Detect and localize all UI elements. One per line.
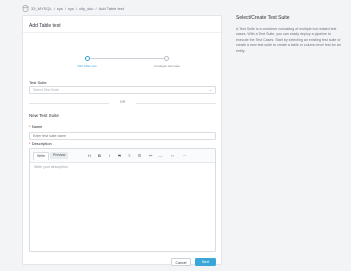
editor-toolbar: Write Preview H B I S ≡ ☰ ⚯ — ‹› ⋯ (30, 149, 215, 163)
step-connector (90, 58, 164, 59)
or-divider: OR (29, 100, 216, 106)
tab-write[interactable]: Write (33, 152, 50, 160)
test-suite-select[interactable]: Select Test Suite (29, 86, 216, 94)
name-input[interactable] (29, 132, 216, 140)
italic-icon[interactable]: I (106, 152, 113, 159)
name-label: * Name (29, 124, 42, 129)
add-test-card: Add Table test Add Table test Configure … (22, 15, 222, 266)
strikethrough-icon[interactable]: S (116, 152, 123, 159)
name-label-text: Name (31, 124, 43, 129)
bullet-list-icon[interactable]: ≡ (126, 152, 133, 159)
breadcrumb-current: Add Table test (98, 5, 124, 11)
breadcrumb-separator: / (95, 5, 97, 11)
new-test-suite-heading: New Test Suite (29, 113, 59, 118)
stepper: Add Table test Configure test case (23, 36, 221, 76)
required-mark: * (29, 124, 31, 129)
step-indicator-pending (164, 56, 169, 61)
breadcrumb-item[interactable]: sys (57, 6, 63, 11)
required-mark: * (29, 141, 31, 146)
test-suite-placeholder: Select Test Suite (33, 88, 60, 92)
next-button[interactable]: Next (195, 258, 216, 266)
description-label-text: Description (31, 141, 52, 146)
bold-icon[interactable]: B (96, 152, 103, 159)
link-icon[interactable]: ⚯ (147, 152, 154, 159)
description-label: * Description (29, 141, 52, 146)
page-title: Add Table test (29, 23, 61, 29)
step-indicator-active (85, 56, 90, 61)
step-label: Configure test case (154, 64, 180, 68)
help-text: A Test Suite is a container consisting o… (236, 27, 341, 53)
test-suite-label: Test Suite (29, 80, 47, 85)
breadcrumb-separator: / (75, 5, 78, 11)
heading-icon[interactable]: H (86, 152, 93, 159)
database-icon (22, 4, 29, 12)
cancel-button[interactable]: Cancel (171, 258, 191, 266)
or-text: OR (119, 100, 126, 104)
more-icon[interactable]: ⋯ (181, 152, 188, 159)
chevron-down-icon (209, 89, 212, 91)
help-title: Select/Create Test Suite (236, 15, 290, 21)
breadcrumb-separator: / (64, 5, 66, 11)
horizontal-rule-icon[interactable]: — (157, 152, 164, 159)
breadcrumb-item[interactable]: city_sku (79, 6, 93, 11)
breadcrumb-item[interactable]: 33_MYSQL (31, 6, 52, 11)
description-editor[interactable]: Write Preview H B I S ≡ ☰ ⚯ — ‹› ⋯ Write… (29, 148, 216, 252)
code-icon[interactable]: ‹› (169, 152, 176, 159)
breadcrumb-item[interactable]: sys (68, 6, 74, 11)
divider (23, 32, 221, 33)
description-textarea[interactable]: Write your description (34, 165, 68, 169)
tab-preview[interactable]: Preview (50, 152, 69, 159)
step-label: Add Table test (77, 64, 97, 68)
help-panel: Select/Create Test Suite A Test Suite is… (236, 15, 344, 54)
breadcrumb-separator: / (53, 5, 55, 11)
breadcrumb: 33_MYSQL / sys / sys / city_sku / Add Ta… (22, 3, 124, 13)
numbered-list-icon[interactable]: ☰ (136, 152, 143, 159)
